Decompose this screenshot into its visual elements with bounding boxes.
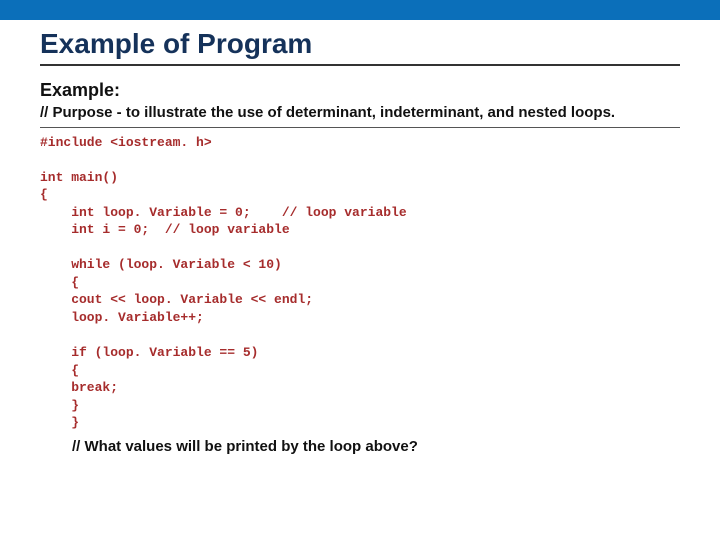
slide-content: Example of Program Example: // Purpose -… [0,20,720,455]
example-label: Example: [40,80,680,101]
code-block: #include <iostream. h> int main() { int … [40,134,680,432]
purpose-comment: // Purpose - to illustrate the use of de… [40,103,680,128]
slide-title: Example of Program [40,28,680,66]
question-comment: // What values will be printed by the lo… [40,438,680,455]
top-accent-bar [0,0,720,20]
